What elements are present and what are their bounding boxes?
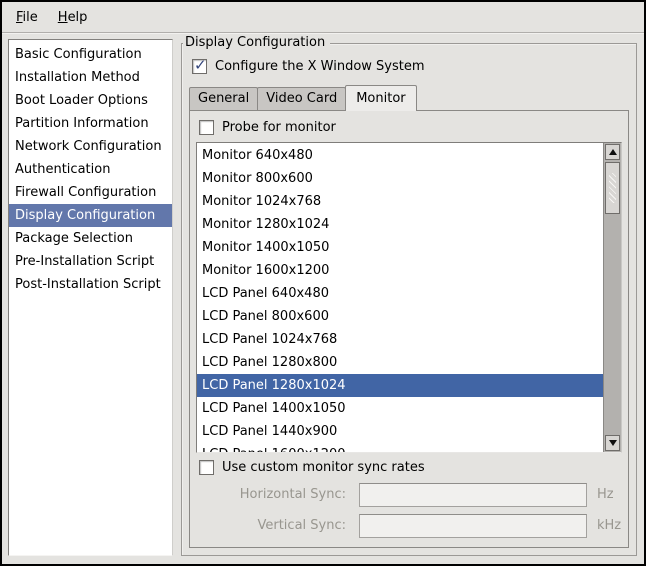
scroll-up-button[interactable]	[605, 144, 620, 160]
sidebar-item-basic-configuration[interactable]: Basic Configuration	[9, 43, 172, 66]
list-item[interactable]: LCD Panel 1440x900	[197, 420, 603, 443]
horizontal-sync-unit: Hz	[597, 487, 614, 502]
tab-monitor[interactable]: Monitor	[345, 85, 416, 111]
list-item[interactable]: LCD Panel 1600x1200	[197, 443, 603, 453]
list-item[interactable]: Monitor 1600x1200	[197, 259, 603, 282]
sidebar-item-installation-method[interactable]: Installation Method	[9, 66, 172, 89]
list-item[interactable]: LCD Panel 1024x768	[197, 328, 603, 351]
menu-help-rest: elp	[68, 10, 88, 25]
configure-x-row: Configure the X Window System	[192, 59, 629, 74]
probe-monitor-checkbox[interactable]	[199, 120, 214, 135]
sidebar-item-display-configuration[interactable]: Display Configuration	[9, 204, 172, 227]
scroll-up-icon	[609, 149, 617, 155]
main-content: Basic Configuration Installation Method …	[2, 33, 644, 564]
list-item[interactable]: Monitor 640x480	[197, 144, 603, 167]
list-item[interactable]: LCD Panel 1280x800	[197, 351, 603, 374]
configure-x-checkbox[interactable]	[192, 59, 207, 74]
list-item[interactable]: LCD Panel 800x600	[197, 305, 603, 328]
probe-monitor-label[interactable]: Probe for monitor	[222, 120, 336, 135]
list-item[interactable]: Monitor 1024x768	[197, 190, 603, 213]
custom-sync-row: Use custom monitor sync rates	[199, 460, 622, 475]
configure-x-label[interactable]: Configure the X Window System	[215, 59, 425, 74]
frame-title: Display Configuration	[183, 35, 330, 51]
menu-help[interactable]: Help	[50, 7, 96, 28]
monitor-list-items: Monitor 640x480 Monitor 800x600 Monitor …	[197, 144, 603, 452]
display-configuration-frame: Display Configuration Configure the X Wi…	[181, 43, 637, 556]
list-item[interactable]: LCD Panel 640x480	[197, 282, 603, 305]
horizontal-sync-input	[359, 483, 587, 507]
sidebar-item-network-configuration[interactable]: Network Configuration	[9, 135, 172, 158]
menu-file[interactable]: File	[8, 7, 46, 28]
vertical-sync-label: Vertical Sync:	[196, 518, 346, 533]
probe-monitor-row: Probe for monitor	[199, 120, 622, 135]
monitor-tab-page: Probe for monitor Monitor 640x480 Monito…	[189, 110, 629, 548]
horizontal-sync-row: Horizontal Sync: Hz	[196, 481, 622, 508]
tab-video-card[interactable]: Video Card	[257, 87, 346, 110]
vertical-sync-row: Vertical Sync: kHz	[196, 512, 622, 539]
list-item[interactable]: Monitor 800x600	[197, 167, 603, 190]
sidebar-item-firewall-configuration[interactable]: Firewall Configuration	[9, 181, 172, 204]
custom-sync-label[interactable]: Use custom monitor sync rates	[222, 460, 425, 475]
monitor-list: Monitor 640x480 Monitor 800x600 Monitor …	[196, 142, 622, 453]
sidebar-item-post-installation-script[interactable]: Post-Installation Script	[9, 273, 172, 296]
custom-sync-checkbox[interactable]	[199, 460, 214, 475]
scrollbar-grip-icon	[609, 173, 616, 203]
list-item-selected[interactable]: LCD Panel 1280x1024	[197, 374, 603, 397]
tab-general[interactable]: General	[189, 87, 258, 110]
list-item[interactable]: LCD Panel 1400x1050	[197, 397, 603, 420]
display-notebook: General Video Card Monitor Probe for mon…	[189, 84, 629, 548]
kickstart-configurator-window: File Help Basic Configuration Installati…	[0, 0, 646, 566]
scroll-down-button[interactable]	[605, 435, 620, 451]
list-item[interactable]: Monitor 1280x1024	[197, 213, 603, 236]
vertical-scrollbar[interactable]	[603, 143, 621, 452]
category-list: Basic Configuration Installation Method …	[8, 39, 173, 556]
sidebar-item-partition-information[interactable]: Partition Information	[9, 112, 172, 135]
tab-bar: General Video Card Monitor	[189, 84, 629, 110]
sidebar-item-boot-loader-options[interactable]: Boot Loader Options	[9, 89, 172, 112]
menu-file-rest: ile	[23, 10, 38, 25]
horizontal-sync-label: Horizontal Sync:	[196, 487, 346, 502]
vertical-sync-input	[359, 514, 587, 538]
list-item[interactable]: Monitor 1400x1050	[197, 236, 603, 259]
vertical-sync-unit: kHz	[597, 518, 621, 533]
sidebar-item-authentication[interactable]: Authentication	[9, 158, 172, 181]
sidebar-item-package-selection[interactable]: Package Selection	[9, 227, 172, 250]
scroll-down-icon	[609, 440, 617, 446]
sidebar-item-pre-installation-script[interactable]: Pre-Installation Script	[9, 250, 172, 273]
menu-help-accel: H	[58, 10, 68, 25]
menubar: File Help	[2, 2, 644, 33]
scrollbar-thumb[interactable]	[605, 162, 620, 214]
